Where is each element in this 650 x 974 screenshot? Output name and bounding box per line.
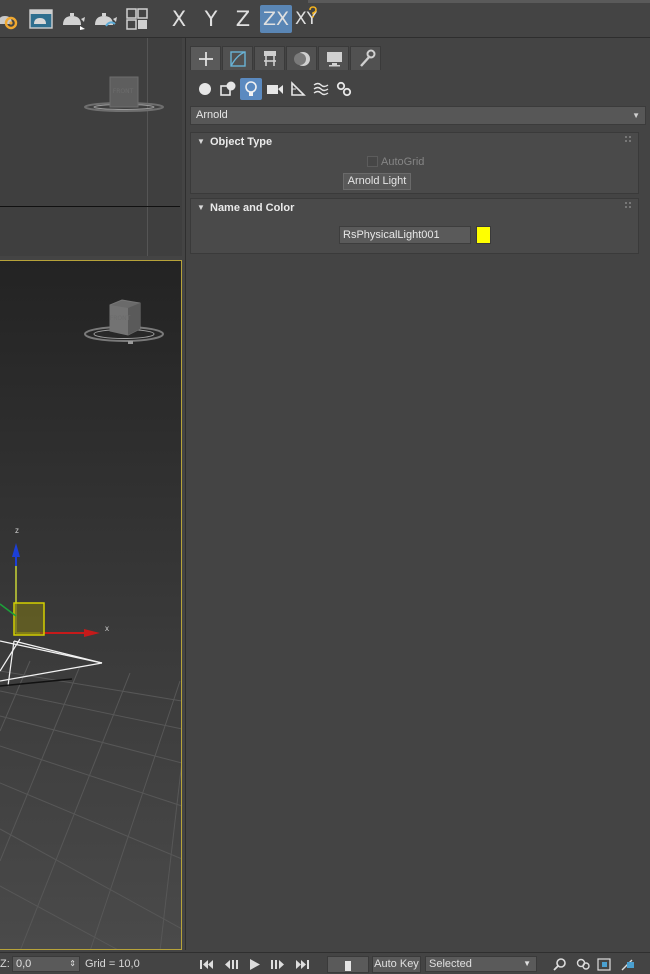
object-color-swatch[interactable] — [476, 226, 491, 244]
toolbar-top-strip — [308, 0, 650, 3]
next-frame-button[interactable] — [268, 956, 289, 973]
render-iterative-icon[interactable] — [92, 6, 118, 32]
grid-size-label: Grid = 10,0 — [85, 958, 140, 970]
zoom-all-button[interactable] — [572, 956, 593, 973]
previous-frame-icon — [225, 960, 238, 969]
shapes-button[interactable] — [217, 78, 239, 100]
zoom-extents-all-button[interactable] — [618, 956, 639, 973]
viewport-grid-line — [147, 38, 148, 256]
helpers-tape-icon — [291, 81, 306, 96]
cameras-button[interactable] — [264, 78, 286, 100]
render-production-icon[interactable] — [60, 6, 86, 32]
command-panel: Arnold ▼ ▼ Object Type AutoGrid Arnold L… — [185, 38, 650, 950]
object-type-rollout-header[interactable]: ▼ Object Type — [191, 133, 638, 153]
key-filter-dropdown[interactable]: Selected ▼ — [425, 956, 537, 972]
systems-gears-icon — [336, 81, 352, 97]
display-monitor-icon — [327, 52, 342, 67]
space-warps-button[interactable] — [310, 78, 332, 100]
shapes-icon — [220, 81, 236, 96]
arnold-light-button[interactable]: Arnold Light — [343, 173, 411, 190]
set-key-button[interactable] — [327, 956, 369, 973]
next-frame-icon — [271, 960, 284, 969]
rendered-frame-window-icon[interactable] — [28, 6, 54, 32]
axis-z-button[interactable]: Z — [232, 5, 254, 33]
dropdown-arrow-icon: ▼ — [523, 959, 531, 968]
object-type-rollout: ▼ Object Type AutoGrid Arnold Light — [190, 132, 639, 194]
rollout-grip-icon — [625, 136, 631, 142]
viewport-layout-icon[interactable] — [124, 6, 150, 32]
rollout-title: Object Type — [210, 136, 273, 148]
goto-start-button[interactable] — [196, 956, 217, 973]
viewcube-top[interactable]: FRONT — [82, 74, 164, 114]
category-dropdown-value: Arnold — [196, 109, 228, 121]
name-and-color-rollout-header[interactable]: ▼ Name and Color — [191, 199, 638, 219]
goto-start-icon — [200, 960, 213, 969]
viewport-top[interactable]: FRONT — [0, 38, 182, 256]
geometry-sphere-icon — [199, 83, 211, 95]
play-icon — [250, 959, 260, 970]
z-coordinate-value: 0,0 — [16, 958, 32, 970]
spinner-icon: ⇕ — [69, 959, 76, 968]
create-plus-icon — [199, 52, 213, 66]
autogrid-checkbox[interactable] — [367, 156, 378, 167]
z-coordinate-label: Z: — [0, 958, 10, 970]
auto-key-button[interactable]: Auto Key — [372, 956, 421, 973]
lights-button[interactable] — [240, 78, 262, 100]
collapse-triangle-icon: ▼ — [197, 137, 205, 146]
viewport-axis-line — [0, 206, 180, 207]
main-toolbar: X Y Z ZX XY — [0, 0, 650, 38]
rollout-grip-icon — [625, 202, 631, 208]
object-name-input[interactable]: RsPhysicalLight001 — [339, 226, 471, 244]
viewcube-label: FRONT — [112, 88, 134, 95]
key-filter-value: Selected — [429, 958, 472, 970]
previous-frame-button[interactable] — [220, 956, 241, 973]
space-warps-icon — [313, 82, 329, 96]
gizmo-x-label: x — [105, 624, 109, 633]
render-setup-icon[interactable] — [0, 6, 20, 32]
z-coordinate-input[interactable]: 0,0 ⇕ — [12, 956, 80, 972]
dropdown-arrow-icon: ▼ — [632, 111, 640, 120]
axis-y-button[interactable]: Y — [200, 5, 222, 33]
key-icon — [345, 961, 351, 971]
utilities-tab[interactable] — [350, 46, 381, 70]
helpers-button[interactable] — [287, 78, 309, 100]
zoom-button[interactable] — [550, 956, 571, 973]
axis-x-button[interactable]: X — [168, 5, 190, 33]
category-dropdown[interactable]: Arnold ▼ — [190, 106, 646, 125]
modify-icon — [230, 51, 246, 67]
cameras-icon — [267, 85, 283, 94]
lights-bulb-icon — [245, 81, 257, 96]
motion-icon — [294, 52, 310, 66]
gizmo-z-label: z — [15, 526, 19, 535]
status-bar: Z: 0,0 ⇕ Grid = 10,0 Auto Key Selected ▼ — [0, 952, 650, 974]
geometry-button[interactable] — [194, 78, 216, 100]
play-button[interactable] — [244, 956, 265, 973]
viewcube-perspective[interactable]: FRONT — [82, 297, 164, 347]
systems-button[interactable] — [333, 78, 355, 100]
goto-end-button[interactable] — [292, 956, 313, 973]
name-and-color-rollout: ▼ Name and Color RsPhysicalLight001 — [190, 198, 639, 254]
viewport-perspective[interactable]: z x FRONT — [0, 260, 182, 950]
rollout-title: Name and Color — [210, 202, 295, 214]
zoom-extents-button[interactable] — [594, 956, 615, 973]
create-tab[interactable] — [190, 46, 221, 70]
zoom-magnifier-icon — [553, 958, 566, 971]
zoom-all-icon — [576, 958, 590, 970]
modify-tab[interactable] — [222, 46, 253, 70]
collapse-triangle-icon: ▼ — [197, 203, 205, 212]
goto-end-icon — [296, 960, 309, 969]
axis-zx-button[interactable]: ZX — [260, 5, 292, 33]
viewcube-label: FRONT — [109, 315, 131, 322]
hierarchy-tab[interactable] — [254, 46, 285, 70]
autogrid-label: AutoGrid — [381, 156, 425, 168]
display-tab[interactable] — [318, 46, 349, 70]
utilities-wrench-icon — [360, 49, 376, 67]
zoom-extents-icon — [597, 958, 611, 971]
perspective-grid — [0, 543, 181, 949]
help-icon[interactable] — [308, 6, 318, 18]
hierarchy-icon — [264, 51, 276, 66]
zoom-extents-all-icon — [621, 959, 634, 971]
motion-tab[interactable] — [286, 46, 317, 70]
